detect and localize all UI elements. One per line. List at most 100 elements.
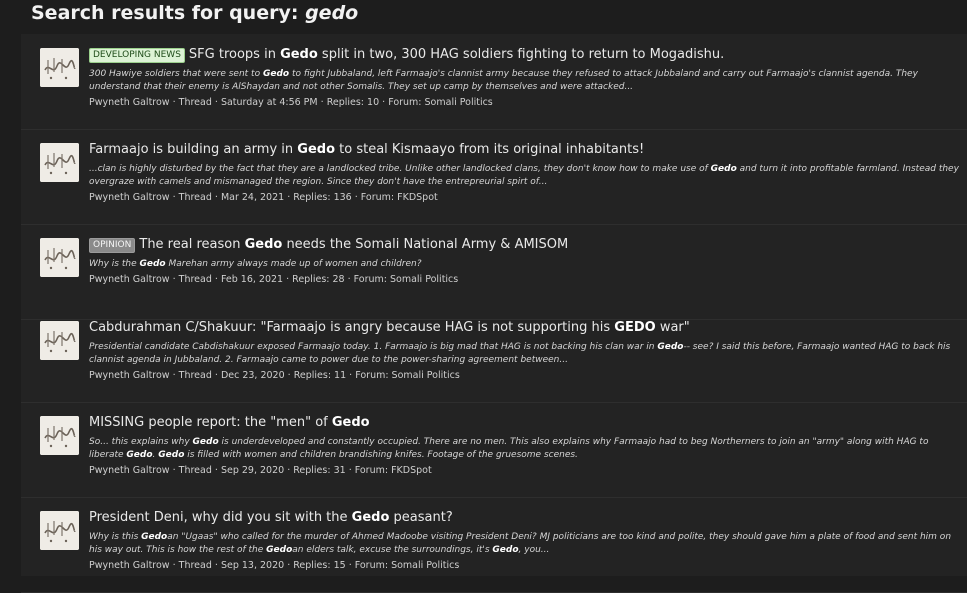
highlighted-term: Gedo (139, 259, 166, 269)
result-snippet: Why is the Gedo Marehan army always made… (89, 258, 959, 271)
author-link[interactable]: Pwyneth Galtrow (89, 192, 170, 203)
forum-link[interactable]: Forum: FKDSpot (361, 192, 438, 203)
content-type: Thread (178, 192, 212, 203)
prefix-label: OPINION (89, 238, 136, 253)
highlighted-term: Gedo (710, 164, 737, 174)
author-link[interactable]: Pwyneth Galtrow (89, 465, 170, 476)
author-link[interactable]: Pwyneth Galtrow (89, 370, 170, 381)
author-link[interactable]: Pwyneth Galtrow (89, 560, 170, 571)
meta-separator: · (351, 192, 361, 203)
author-link[interactable]: Pwyneth Galtrow (89, 274, 170, 285)
highlighted-term: Gedo (492, 545, 519, 555)
post-date: Feb 16, 2021 (220, 274, 284, 285)
prefix-label: DEVELOPING NEWS (89, 48, 185, 63)
calligraphy-avatar-icon (40, 511, 79, 550)
result-meta: Pwyneth Galtrow · Thread · Mar 24, 2021 … (89, 192, 438, 203)
reply-count: Replies: 10 (326, 97, 380, 108)
result-meta: Pwyneth Galtrow · Thread · Saturday at 4… (89, 97, 493, 108)
calligraphy-avatar-icon (40, 48, 79, 87)
calligraphy-avatar-icon (40, 143, 79, 182)
text-segment: President Deni, why did you sit with the (89, 510, 352, 525)
search-results-list: DEVELOPING NEWS SFG troops in Gedo split … (21, 34, 967, 593)
calligraphy-avatar-icon (40, 238, 79, 277)
result-snippet: Presidential candidate Cabdishakuur expo… (89, 341, 959, 367)
meta-separator: · (169, 274, 179, 285)
text-segment: split in two, 300 HAG soldiers fighting … (317, 47, 725, 62)
avatar[interactable] (40, 511, 79, 550)
search-result-item: MISSING people report: the "men" of Gedo… (21, 402, 967, 498)
text-segment: The real reason (139, 237, 245, 252)
text-segment: Why is this (89, 532, 142, 542)
content-type: Thread (178, 274, 212, 285)
text-segment: to steal Kismaayo from its original inha… (335, 142, 645, 157)
highlighted-term: Gedo (244, 237, 283, 252)
forum-link[interactable]: Forum: Somali Politics (354, 274, 459, 285)
result-title-link[interactable]: President Deni, why did you sit with the… (89, 510, 453, 525)
forum-link[interactable]: Forum: Somali Politics (388, 97, 493, 108)
highlighted-term: Gedo (657, 342, 684, 352)
author-link[interactable]: Pwyneth Galtrow (89, 97, 170, 108)
result-meta: Pwyneth Galtrow · Thread · Sep 13, 2020 … (89, 560, 459, 571)
avatar[interactable] (40, 48, 79, 87)
reply-count: Replies: 11 (293, 370, 347, 381)
text-segment: SFG troops in (188, 47, 281, 62)
result-title-link[interactable]: MISSING people report: the "men" of Gedo (89, 415, 370, 430)
search-result-item: Cabdurahman C/Shakuur: "Farmaajo is angr… (21, 307, 967, 403)
avatar[interactable] (40, 416, 79, 455)
avatar[interactable] (40, 143, 79, 182)
meta-separator: · (211, 370, 221, 381)
meta-separator: · (211, 192, 221, 203)
forum-link[interactable]: Forum: Somali Politics (355, 560, 460, 571)
content-type: Thread (178, 370, 212, 381)
post-date: Mar 24, 2021 (220, 192, 285, 203)
content-type: Thread (178, 97, 212, 108)
meta-separator: · (211, 97, 221, 108)
result-snippet: 300 Hawiye soldiers that were sent to Ge… (89, 68, 959, 94)
result-meta: Pwyneth Galtrow · Thread · Feb 16, 2021 … (89, 274, 458, 285)
meta-separator: · (379, 97, 389, 108)
calligraphy-avatar-icon (40, 416, 79, 455)
text-segment: Cabdurahman C/Shakuur: "Farmaajo is angr… (89, 320, 615, 335)
forum-link[interactable]: Forum: Somali Politics (355, 370, 460, 381)
search-result-item: President Deni, why did you sit with the… (21, 497, 967, 593)
meta-separator: · (211, 465, 221, 476)
highlighted-term: GEDO (614, 320, 656, 335)
avatar[interactable] (40, 238, 79, 277)
meta-separator: · (345, 465, 355, 476)
text-segment: 300 Hawiye soldiers that were sent to (89, 69, 263, 79)
meta-separator: · (169, 560, 179, 571)
highlighted-term: Gedo (351, 510, 390, 525)
meta-separator: · (283, 274, 293, 285)
forum-link[interactable]: Forum: FKDSpot (355, 465, 432, 476)
result-title-link[interactable]: Cabdurahman C/Shakuur: "Farmaajo is angr… (89, 320, 690, 335)
search-result-item: DEVELOPING NEWS SFG troops in Gedo split … (21, 34, 967, 130)
result-title-link[interactable]: Farmaajo is building an army in Gedo to … (89, 142, 644, 157)
highlighted-term: Gedo (262, 69, 290, 79)
text-segment: peasant? (389, 510, 453, 525)
text-segment: war" (655, 320, 690, 335)
meta-separator: · (345, 560, 355, 571)
meta-separator: · (284, 560, 294, 571)
page-title-prefix: Search results for query: (31, 2, 299, 24)
text-segment: Presidential candidate Cabdishakuur expo… (89, 342, 658, 352)
reply-count: Replies: 31 (293, 465, 346, 476)
highlighted-term: Gedo (192, 437, 219, 447)
result-meta: Pwyneth Galtrow · Thread · Dec 23, 2020 … (89, 370, 460, 381)
meta-separator: · (211, 274, 221, 285)
search-result-item: Farmaajo is building an army in Gedo to … (21, 129, 967, 225)
reply-count: Replies: 136 (293, 192, 352, 203)
search-result-item: OPINION The real reason Gedo needs the So… (21, 224, 967, 320)
highlighted-term: Gedo (158, 450, 185, 460)
meta-separator: · (169, 370, 179, 381)
page-title: Search results for query: gedo (31, 2, 358, 24)
meta-separator: · (317, 97, 327, 108)
avatar[interactable] (40, 321, 79, 360)
text-segment: Why is the (89, 259, 140, 269)
post-date: Sep 29, 2020 (220, 465, 285, 476)
meta-separator: · (346, 370, 356, 381)
result-title-link[interactable]: OPINION The real reason Gedo needs the So… (89, 237, 568, 253)
highlighted-term: Gedo (266, 545, 293, 555)
content-type: Thread (178, 465, 212, 476)
result-title-link[interactable]: DEVELOPING NEWS SFG troops in Gedo split … (89, 47, 724, 63)
text-segment: an elders talk, excuse the surroundings,… (292, 545, 493, 555)
